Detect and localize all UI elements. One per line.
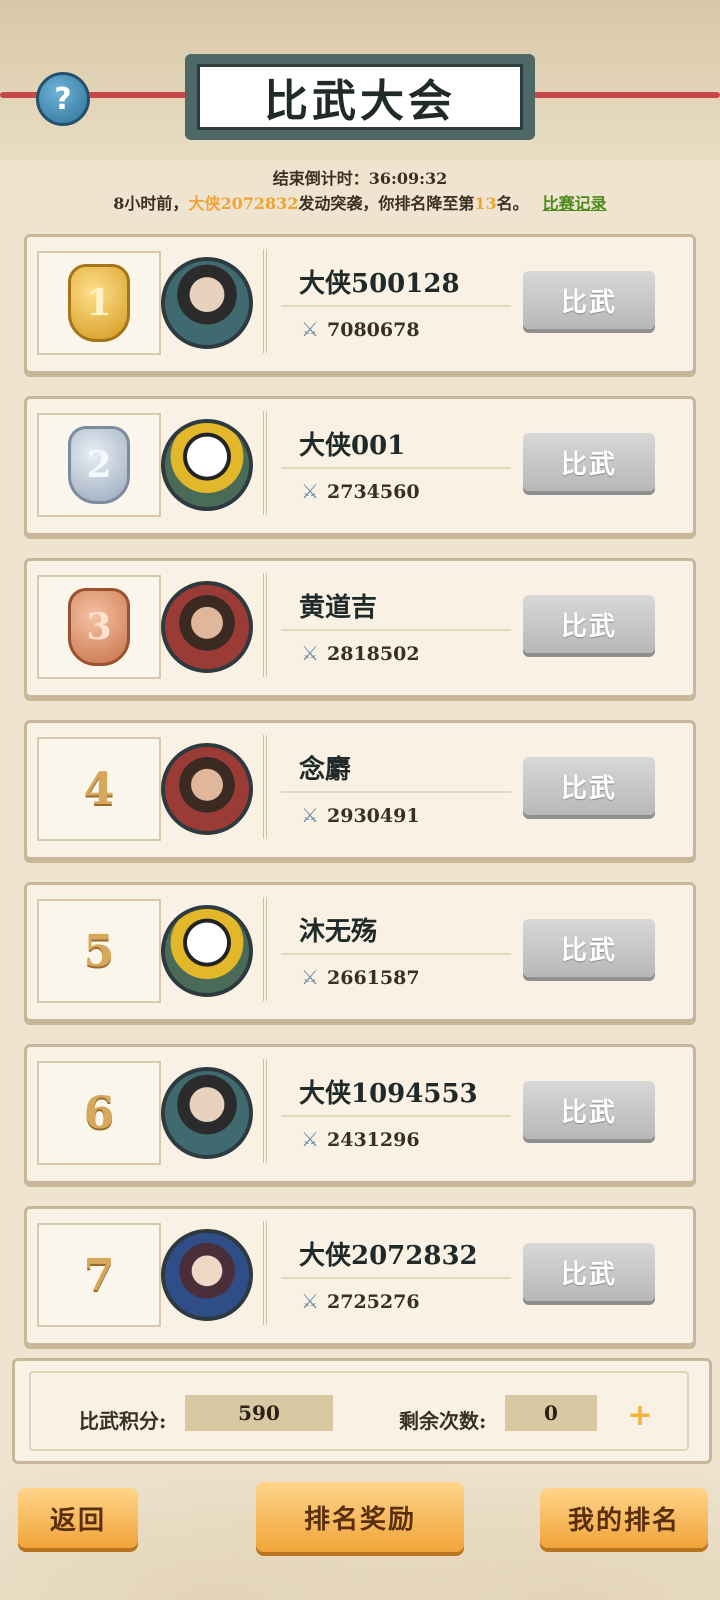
player-power: 2818502 xyxy=(327,643,420,665)
player-info: 大侠1094553 ⚔ 2431296 比武 xyxy=(263,1059,667,1163)
crossed-swords-icon: ⚔ xyxy=(301,317,319,341)
player-card: 7 大侠2072832 ⚔ 2725276 比武 xyxy=(24,1206,696,1346)
divider xyxy=(281,1115,511,1117)
player-power: 2930491 xyxy=(327,805,420,827)
divider xyxy=(281,305,511,307)
rank-box: 1 xyxy=(37,251,161,355)
challenge-button[interactable]: 比武 xyxy=(523,757,655,815)
back-button[interactable]: 返回 xyxy=(18,1488,138,1548)
notice-suffix: 名。 xyxy=(496,194,529,213)
player-card: 3 黄道吉 ⚔ 2818502 比武 xyxy=(24,558,696,698)
my-rank-button[interactable]: 我的排名 xyxy=(540,1488,708,1548)
player-power: 7080678 xyxy=(327,319,420,341)
divider xyxy=(281,1277,511,1279)
divider xyxy=(281,467,511,469)
rank-rewards-button[interactable]: 排名奖励 xyxy=(256,1482,464,1552)
player-name: 大侠500128 xyxy=(299,269,460,299)
stats-panel-inner: 比武积分: 590 剩余次数: 0 + xyxy=(29,1371,689,1451)
player-power: 2734560 xyxy=(327,481,420,503)
rank-notice: 8小时前，大侠2072832发动突袭，你排名降至第13名。 比赛记录 xyxy=(0,190,720,214)
player-card: 1 大侠500128 ⚔ 7080678 比武 xyxy=(24,234,696,374)
rank-number: 6 xyxy=(83,1087,115,1139)
countdown-label: 结束倒计时： xyxy=(272,169,369,188)
rank-number: 4 xyxy=(83,763,115,815)
rank-box: 5 xyxy=(37,899,161,1003)
crossed-swords-icon: ⚔ xyxy=(301,1127,319,1151)
challenge-button[interactable]: 比武 xyxy=(523,1243,655,1301)
match-record-link[interactable]: 比赛记录 xyxy=(543,194,607,213)
challenge-button[interactable]: 比武 xyxy=(523,919,655,977)
notice-middle: 发动突袭，你排名降至第 xyxy=(298,194,475,213)
crossed-swords-icon: ⚔ xyxy=(301,965,319,989)
crossed-swords-icon: ⚔ xyxy=(301,803,319,827)
player-name: 大侠1094553 xyxy=(299,1079,478,1109)
rank-box: 4 xyxy=(37,737,161,841)
silver-medal-icon: 2 xyxy=(68,426,130,504)
player-name: 大侠001 xyxy=(299,431,406,461)
challenge-button[interactable]: 比武 xyxy=(523,1081,655,1139)
remaining-value: 0 xyxy=(505,1395,597,1431)
stats-panel: 比武积分: 590 剩余次数: 0 + xyxy=(12,1358,712,1464)
divider xyxy=(281,629,511,631)
page-title: 比武大会 xyxy=(197,64,523,130)
player-avatar[interactable] xyxy=(161,905,253,997)
player-info: 念麝 ⚔ 2930491 比武 xyxy=(263,735,667,839)
bronze-medal-icon: 3 xyxy=(68,588,130,666)
player-name: 大侠2072832 xyxy=(299,1241,478,1271)
player-info: 大侠500128 ⚔ 7080678 比武 xyxy=(263,249,667,353)
player-power: 2661587 xyxy=(327,967,420,989)
player-info: 沐无殇 ⚔ 2661587 比武 xyxy=(263,897,667,1001)
notice-time: 8小时前， xyxy=(113,194,189,213)
player-info: 黄道吉 ⚔ 2818502 比武 xyxy=(263,573,667,677)
add-attempts-button[interactable]: + xyxy=(627,1401,653,1431)
remaining-label: 剩余次数: xyxy=(399,1409,487,1433)
challenge-button[interactable]: 比武 xyxy=(523,595,655,653)
player-info: 大侠2072832 ⚔ 2725276 比武 xyxy=(263,1221,667,1325)
player-avatar[interactable] xyxy=(161,257,253,349)
notice-attacker: 大侠2072832 xyxy=(188,194,299,213)
player-name: 黄道吉 xyxy=(299,593,378,623)
left-rope xyxy=(0,92,190,98)
player-card: 2 大侠001 ⚔ 2734560 比武 xyxy=(24,396,696,536)
rank-number: 5 xyxy=(83,925,115,977)
challenge-button[interactable]: 比武 xyxy=(523,271,655,329)
player-avatar[interactable] xyxy=(161,419,253,511)
gold-medal-icon: 1 xyxy=(68,264,130,342)
player-avatar[interactable] xyxy=(161,581,253,673)
score-label: 比武积分: xyxy=(79,1409,167,1433)
player-name: 沐无殇 xyxy=(299,917,378,947)
player-avatar[interactable] xyxy=(161,743,253,835)
divider xyxy=(281,791,511,793)
player-card: 5 沐无殇 ⚔ 2661587 比武 xyxy=(24,882,696,1022)
right-rope xyxy=(530,92,720,98)
rank-box: 7 xyxy=(37,1223,161,1327)
challenge-button[interactable]: 比武 xyxy=(523,433,655,491)
divider xyxy=(281,953,511,955)
rank-box: 2 xyxy=(37,413,161,517)
title-plaque: 比武大会 xyxy=(185,54,535,140)
player-avatar[interactable] xyxy=(161,1229,253,1321)
score-value: 590 xyxy=(185,1395,333,1431)
crossed-swords-icon: ⚔ xyxy=(301,1289,319,1313)
crossed-swords-icon: ⚔ xyxy=(301,641,319,665)
player-power: 2725276 xyxy=(327,1291,420,1313)
rank-number: 7 xyxy=(83,1249,115,1301)
rank-box: 3 xyxy=(37,575,161,679)
notice-rank: 13 xyxy=(474,194,497,213)
help-button[interactable]: ? xyxy=(36,72,90,126)
countdown-value: 36:09:32 xyxy=(368,169,448,188)
player-avatar[interactable] xyxy=(161,1067,253,1159)
countdown-text: 结束倒计时：36:09:32 xyxy=(0,165,720,189)
player-card: 6 大侠1094553 ⚔ 2431296 比武 xyxy=(24,1044,696,1184)
rank-box: 6 xyxy=(37,1061,161,1165)
crossed-swords-icon: ⚔ xyxy=(301,479,319,503)
player-card: 4 念麝 ⚔ 2930491 比武 xyxy=(24,720,696,860)
player-power: 2431296 xyxy=(327,1129,420,1151)
player-name: 念麝 xyxy=(299,755,352,785)
player-info: 大侠001 ⚔ 2734560 比武 xyxy=(263,411,667,515)
